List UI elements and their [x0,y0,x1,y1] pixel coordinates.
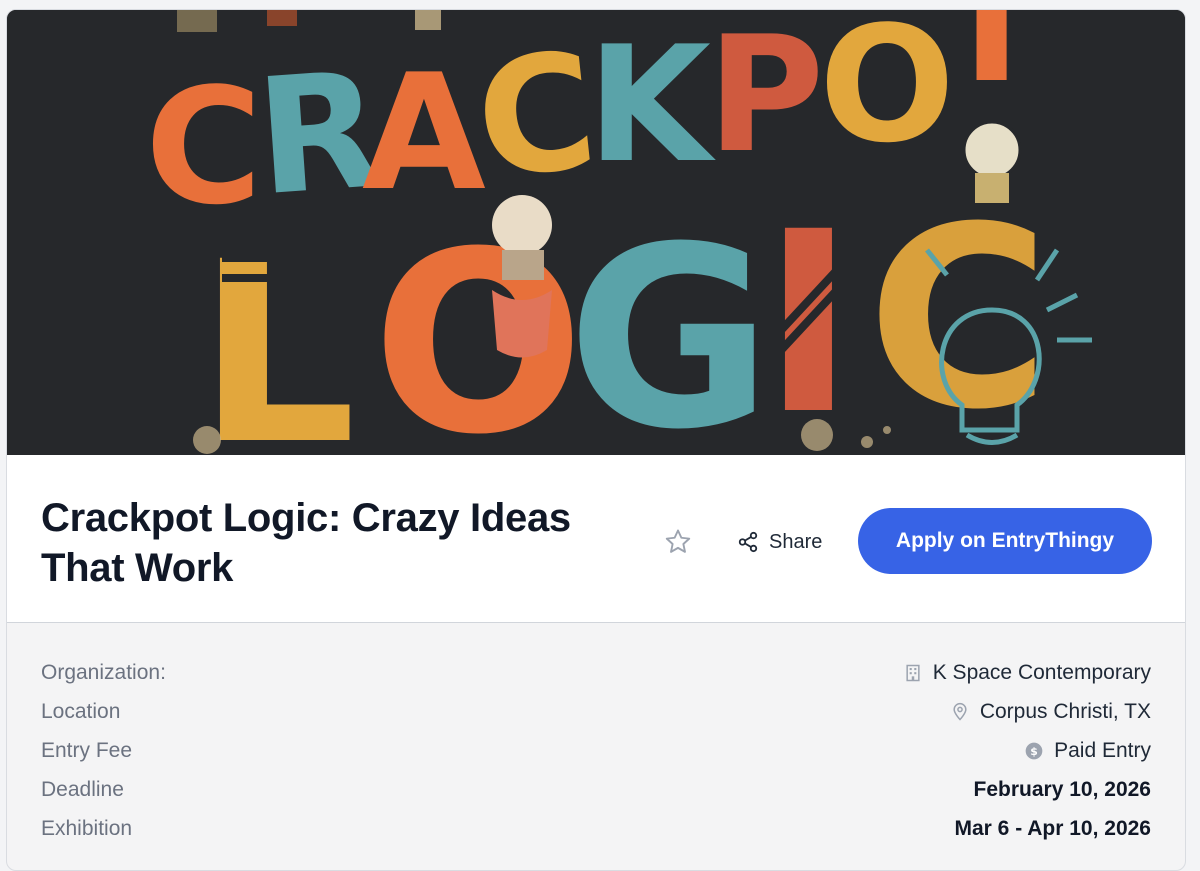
entry-fee-value: Paid Entry [1054,738,1151,762]
exhibition-value: Mar 6 - Apr 10, 2026 [954,816,1152,840]
share-button[interactable]: Share [737,525,822,559]
detail-value-wrapper: K Space Contemporary [903,661,1151,685]
svg-text:O: O [819,10,955,178]
svg-text:L: L [197,208,356,455]
favorite-button[interactable] [661,525,695,559]
detail-label: Entry Fee [41,738,133,762]
detail-label: Location [41,699,121,723]
details-list: Organization: K Space Contemporary Locat… [7,623,1185,863]
apply-button[interactable]: Apply on EntryThingy [858,508,1152,574]
detail-row-entry-fee: Entry Fee $ Paid Entry [41,731,1151,770]
detail-row-deadline: Deadline February 10, 2026 [41,770,1151,809]
title-bar: Crackpot Logic: Crazy Ideas That Work Sh… [7,455,1185,623]
svg-text:O: O [372,198,585,455]
listing-title: Crackpot Logic: Crazy Ideas That Work [41,496,571,590]
star-icon [665,529,691,553]
share-icon [738,531,758,553]
detail-row-organization: Organization: K Space Contemporary [41,653,1151,692]
svg-text:C: C [468,16,604,214]
detail-row-location: Location Corpus Christi, TX [41,692,1151,731]
svg-text:C: C [867,173,1050,455]
detail-label: Organization: [41,660,166,684]
location-value: Corpus Christi, TX [979,699,1151,723]
detail-label: Exhibition [41,816,133,840]
svg-text:G: G [567,193,772,455]
share-label: Share [769,530,823,553]
organization-value: K Space Contemporary [932,660,1151,684]
deadline-value: February 10, 2026 [973,777,1151,801]
hero-image: C R A C K P O T L O G I C [7,10,1185,455]
map-pin-icon [953,702,967,721]
building-icon [906,664,920,681]
call-card: C R A C K P O T L O G I C [6,9,1186,871]
svg-text:$: $ [1030,744,1038,757]
detail-value-wrapper: $ Paid Entry [1024,739,1151,763]
dollar-coin-icon: $ [1025,742,1043,759]
svg-text:T: T [937,10,1046,118]
crackpot-logic-artwork: C R A C K P O T L O G I C [7,10,1185,455]
detail-label: Deadline [41,777,124,801]
detail-row-exhibition: Exhibition Mar 6 - Apr 10, 2026 [41,809,1151,848]
svg-text:K: K [587,11,716,198]
svg-text:P: P [707,10,824,188]
detail-value-wrapper: Corpus Christi, TX [950,700,1151,724]
